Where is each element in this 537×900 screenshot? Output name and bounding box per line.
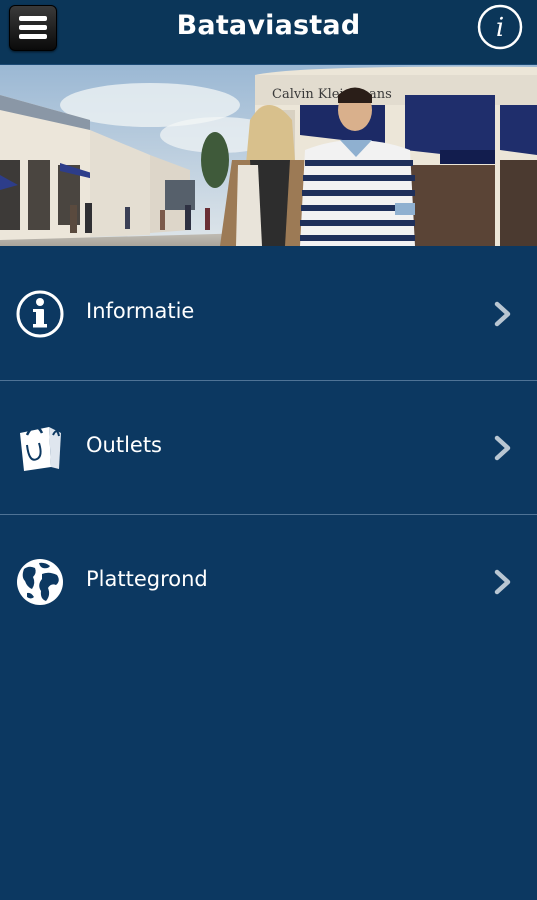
menu-item-label: Informatie xyxy=(86,299,195,323)
chevron-right-icon xyxy=(494,569,511,595)
menu-item-label: Plattegrond xyxy=(86,567,208,591)
chevron-right-icon xyxy=(494,435,511,461)
menu-item-informatie[interactable]: Informatie xyxy=(0,247,537,381)
header-bar: Bataviastad i xyxy=(0,0,537,65)
menu-item-outlets[interactable]: Outlets xyxy=(0,381,537,515)
info-circle-icon: i xyxy=(477,4,523,50)
hero-banner-image: Calvin Klein Jeans xyxy=(0,65,537,246)
main-menu-list: Informatie Outlets Plattegrond xyxy=(0,247,537,648)
info-circle-icon xyxy=(16,290,64,338)
store-sign: Calvin Klein Jeans xyxy=(272,87,392,102)
globe-icon xyxy=(17,559,63,605)
info-button[interactable]: i xyxy=(477,4,523,50)
svg-text:i: i xyxy=(496,13,504,43)
chevron-right-icon xyxy=(494,301,511,327)
menu-item-plattegrond[interactable]: Plattegrond xyxy=(0,515,537,648)
shopping-bag-icon xyxy=(20,425,61,471)
menu-item-label: Outlets xyxy=(86,433,163,457)
app-title: Bataviastad xyxy=(176,10,361,41)
app-screen: Bataviastad i Calvin Klein Jeans Informa… xyxy=(0,0,537,900)
